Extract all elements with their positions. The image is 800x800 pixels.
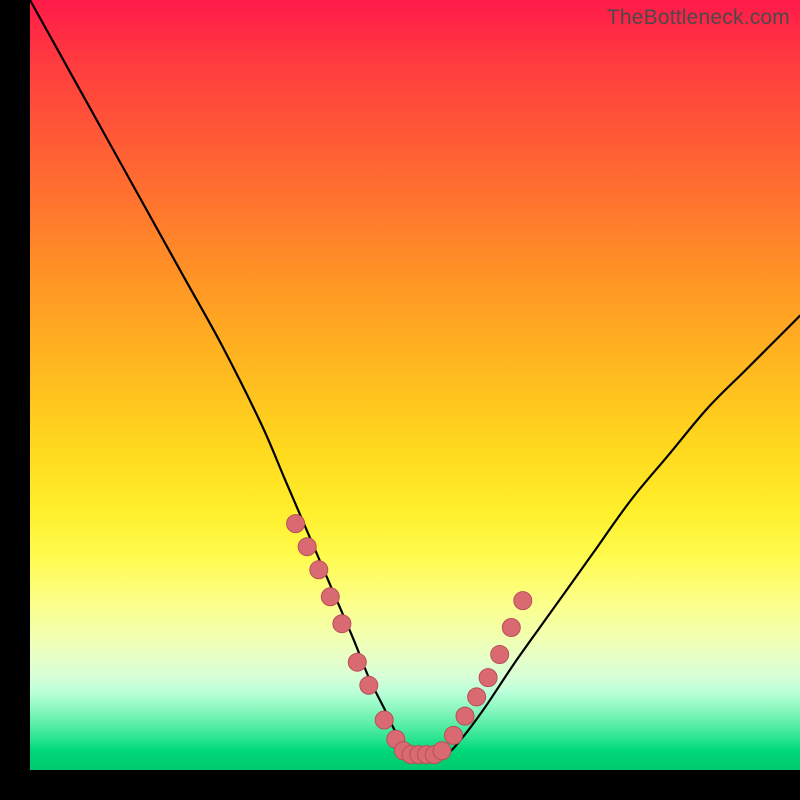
chart-svg <box>30 0 800 770</box>
data-point <box>502 619 520 637</box>
plot-area: TheBottleneck.com <box>30 0 800 770</box>
data-point <box>360 676 378 694</box>
data-point <box>333 615 351 633</box>
data-point <box>287 515 305 533</box>
bottleneck-curve <box>30 0 800 756</box>
data-point <box>479 669 497 687</box>
data-point <box>310 561 328 579</box>
data-point <box>321 588 339 606</box>
data-point <box>514 592 532 610</box>
data-point <box>375 711 393 729</box>
data-point <box>348 653 366 671</box>
data-point <box>456 707 474 725</box>
marker-cluster <box>287 515 532 764</box>
data-point <box>491 646 509 664</box>
data-point <box>445 726 463 744</box>
data-point <box>433 742 451 760</box>
chart-frame: TheBottleneck.com <box>0 0 800 800</box>
data-point <box>468 688 486 706</box>
data-point <box>298 538 316 556</box>
